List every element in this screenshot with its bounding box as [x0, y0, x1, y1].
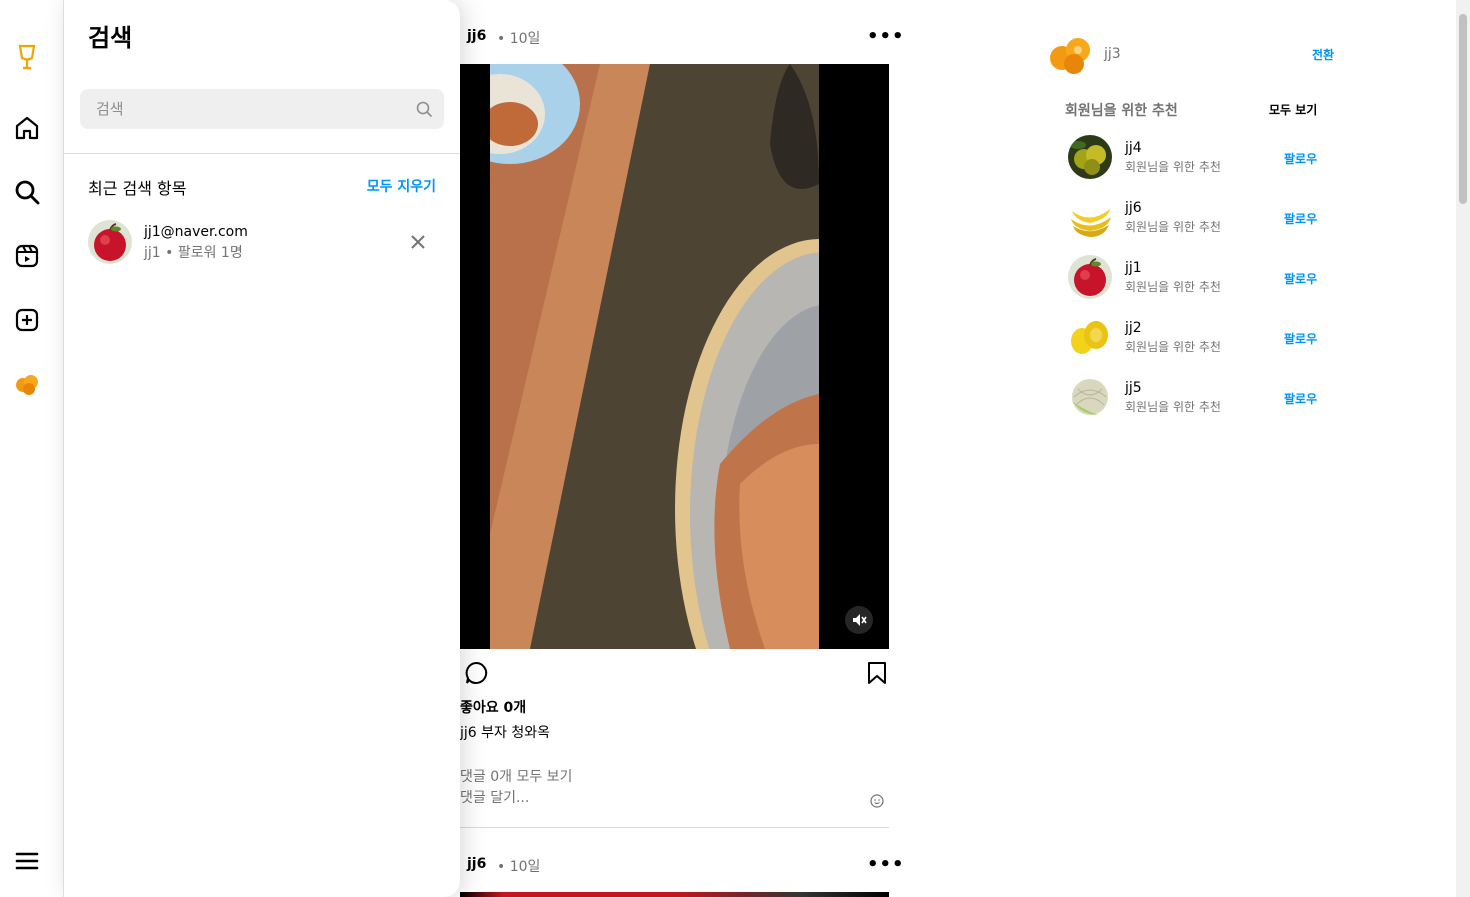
avatar	[1068, 375, 1112, 419]
close-icon[interactable]	[410, 234, 426, 254]
post-media[interactable]	[460, 64, 889, 649]
suggestion-row[interactable]: jj2 회원님을 위한 추천 팔로우	[1068, 315, 1328, 359]
follow-button[interactable]: 팔로우	[1284, 150, 1317, 167]
reels-icon[interactable]	[12, 241, 42, 271]
post-username[interactable]: jj6	[467, 856, 486, 872]
feed: jj6 • 10일 ••• 좋아요 0개 jj6 부자 청와옥 댓글 0개 모두…	[460, 0, 904, 897]
more-options-icon[interactable]: •••	[867, 26, 905, 47]
logo-icon[interactable]	[12, 42, 42, 72]
current-user-avatar[interactable]	[1048, 32, 1092, 76]
mute-button[interactable]	[845, 606, 873, 634]
clear-all-button[interactable]: 모두 지우기	[367, 176, 436, 196]
follow-button[interactable]: 팔로우	[1284, 210, 1317, 227]
post-time: • 10일	[497, 859, 541, 875]
create-icon[interactable]	[12, 305, 42, 335]
suggestion-subtitle: 회원님을 위한 추천	[1125, 280, 1221, 294]
suggestion-row[interactable]: jj4 회원님을 위한 추천 팔로우	[1068, 135, 1328, 179]
search-panel: 검색 최근 검색 항목 모두 지우기 jj1@naver.com jj1 • 팔…	[64, 0, 460, 897]
menu-icon[interactable]	[12, 846, 42, 876]
post-divider	[460, 827, 889, 828]
avatar	[1068, 255, 1112, 299]
search-input[interactable]	[80, 89, 444, 129]
suggestion-username[interactable]: jj5	[1125, 380, 1142, 396]
recent-search-sub: jj1 • 팔로워 1명	[144, 245, 243, 261]
post-caption: jj6 부자 청와옥	[460, 725, 550, 741]
home-icon[interactable]	[12, 113, 42, 143]
comment-icon[interactable]	[464, 661, 488, 689]
suggestion-username[interactable]: jj2	[1125, 320, 1142, 336]
post-username[interactable]: jj6	[467, 28, 486, 44]
follow-button[interactable]: 팔로우	[1284, 330, 1317, 347]
recent-search-item[interactable]: jj1@naver.com jj1 • 팔로워 1명	[88, 220, 436, 264]
switch-account-button[interactable]: 전환	[1312, 46, 1334, 63]
suggestion-row[interactable]: jj5 회원님을 위한 추천 팔로우	[1068, 375, 1328, 419]
suggestion-subtitle: 회원님을 위한 추천	[1125, 340, 1221, 354]
left-nav	[0, 0, 64, 897]
emoji-icon[interactable]	[870, 793, 884, 812]
recent-search-name: jj1@naver.com	[144, 224, 248, 240]
suggestions-title: 회원님을 위한 추천	[1065, 103, 1178, 119]
avatar	[1068, 315, 1112, 359]
search-icon[interactable]	[12, 177, 42, 207]
suggestion-username[interactable]: jj6	[1125, 200, 1142, 216]
suggestion-row[interactable]: jj6 회원님을 위한 추천 팔로우	[1068, 195, 1328, 239]
search-icon[interactable]	[415, 100, 433, 118]
view-comments-link[interactable]: 댓글 0개 모두 보기	[460, 766, 572, 786]
suggestion-subtitle: 회원님을 위한 추천	[1125, 400, 1221, 414]
post-media[interactable]	[460, 892, 889, 897]
suggestion-username[interactable]: jj4	[1125, 140, 1142, 156]
suggestion-subtitle: 회원님을 위한 추천	[1125, 160, 1221, 174]
scrollbar-thumb[interactable]	[1459, 14, 1467, 204]
suggestion-subtitle: 회원님을 위한 추천	[1125, 220, 1221, 234]
avatar	[1068, 195, 1112, 239]
avatar	[88, 220, 132, 264]
like-count: 좋아요 0개	[460, 700, 527, 716]
follow-button[interactable]: 팔로우	[1284, 390, 1317, 407]
current-username[interactable]: jj3	[1104, 46, 1121, 62]
panel-title: 검색	[88, 24, 133, 52]
panel-divider	[64, 153, 460, 154]
post-time: • 10일	[497, 31, 541, 47]
more-options-icon[interactable]: •••	[867, 854, 905, 875]
see-all-button[interactable]: 모두 보기	[1269, 101, 1317, 118]
comment-input[interactable]	[460, 790, 860, 806]
bookmark-icon[interactable]	[866, 661, 888, 689]
suggestion-row[interactable]: jj1 회원님을 위한 추천 팔로우	[1068, 255, 1328, 299]
recent-searches-title: 최근 검색 항목	[88, 179, 187, 198]
profile-avatar[interactable]	[12, 369, 42, 399]
follow-button[interactable]: 팔로우	[1284, 270, 1317, 287]
avatar	[1068, 135, 1112, 179]
suggestion-username[interactable]: jj1	[1125, 260, 1142, 276]
scrollbar[interactable]	[1456, 0, 1470, 897]
post-video[interactable]	[490, 64, 819, 649]
